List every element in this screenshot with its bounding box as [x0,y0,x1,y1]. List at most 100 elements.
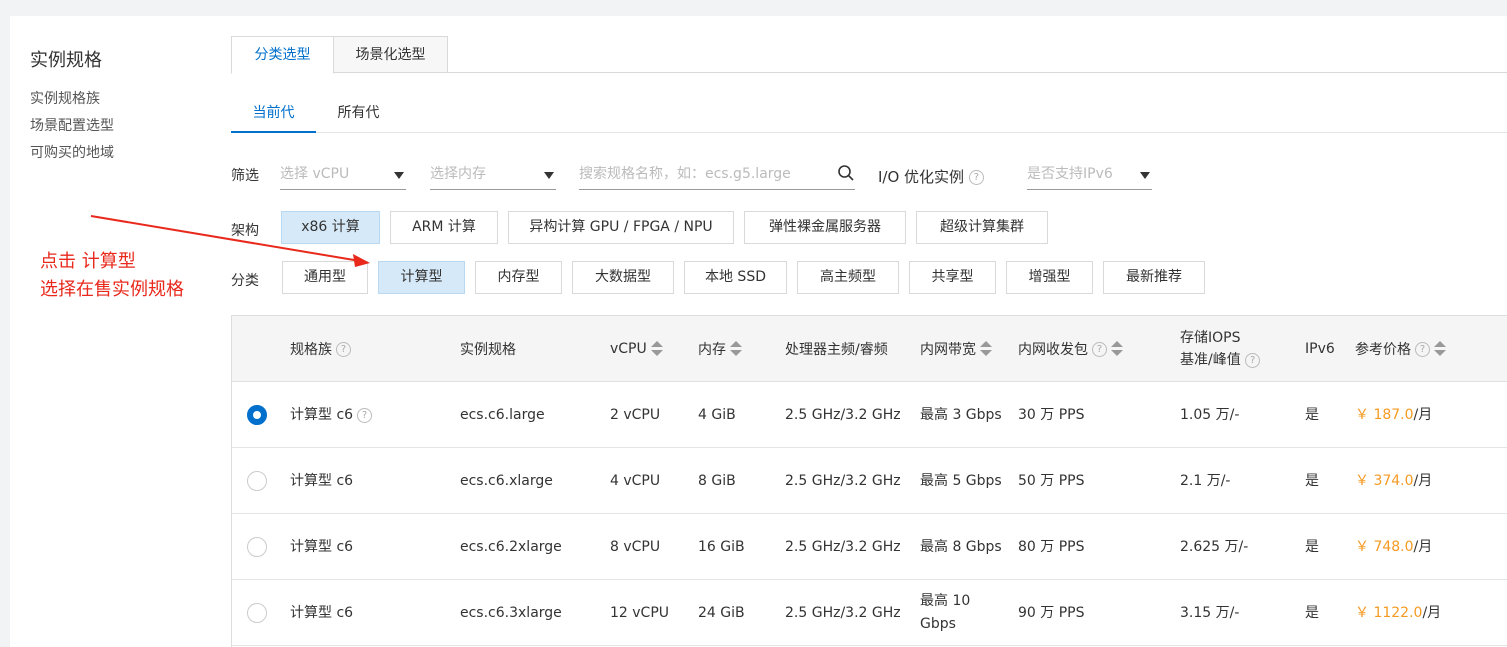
arch-supercompute-chip[interactable]: 超级计算集群 [916,211,1048,244]
price-unit: /月 [1413,406,1433,423]
row-radio[interactable] [247,471,267,491]
category-bigdata-chip[interactable]: 大数据型 [572,261,674,294]
sort-icon[interactable] [1434,341,1446,357]
th-mem-label: 内存 [698,342,726,358]
ipv6-select[interactable]: 是否支持IPv6 [1027,160,1152,190]
th-family: 规格族 ? [290,316,351,382]
row-radio[interactable] [247,603,267,623]
help-icon[interactable]: ? [336,341,351,357]
cell-mem: 8 GiB [698,472,736,489]
price-unit: /月 [1413,538,1433,555]
cell-iops: 3.15 万/- [1180,604,1240,621]
category-memory-chip[interactable]: 内存型 [475,261,562,294]
cell-spec: ecs.c6.large [460,406,545,423]
th-freq: 处理器主频/睿频 [785,316,888,382]
cell-freq: 2.5 GHz/3.2 GHz [785,538,901,555]
category-high-freq-chip[interactable]: 高主频型 [797,261,899,294]
cell-pps: 90 万 PPS [1018,604,1085,621]
category-shared-chip[interactable]: 共享型 [909,261,996,294]
cell-pps: 80 万 PPS [1018,538,1085,555]
cell-bandwidth: 最高 5 Gbps [920,472,1002,489]
sort-icon[interactable] [650,341,663,357]
memory-select[interactable]: 选择内存 [430,160,556,190]
cell-freq: 2.5 GHz/3.2 GHz [785,604,901,621]
th-vcpu[interactable]: vCPU [610,316,663,382]
help-icon[interactable]: ? [357,407,373,423]
th-ipv6-label: IPv6 [1305,341,1335,357]
cell-vcpu: 2 vCPU [610,406,661,423]
help-icon[interactable]: ? [1415,341,1430,357]
th-freq-label: 处理器主频/睿频 [785,342,888,358]
help-icon[interactable]: ? [968,170,984,185]
cell-ipv6: 是 [1305,604,1319,621]
th-pps-label: 内网收发包 [1018,342,1088,358]
th-iops-line2: 基准/峰值 [1180,352,1241,368]
cell-vcpu: 4 vCPU [610,472,661,489]
io-optimized-label: I/O 优化实例 ? [878,166,984,187]
table-row[interactable]: 计算型 c6 ecs.c6.3xlarge 12 vCPU 24 GiB 2.5… [232,580,1507,646]
th-spec-label: 实例规格 [460,342,516,358]
cell-price: ￥ 374.0 /月 [1355,448,1432,514]
cell-iops: 2.1 万/- [1180,472,1231,489]
th-iops: 存储IOPS 基准/峰值 ? [1180,316,1261,382]
table-row[interactable]: 计算型 c6 ecs.c6.2xlarge 8 vCPU 16 GiB 2.5 … [232,514,1507,580]
memory-select-placeholder: 选择内存 [430,166,486,182]
row-radio[interactable] [247,405,267,425]
cell-family: 计算型 c6 [290,472,354,489]
th-iops-line1: 存储IOPS [1180,330,1241,346]
cell-spec: ecs.c6.2xlarge [460,538,562,555]
table-header: 规格族 ? 实例规格 vCPU 内存 处理器主频/睿频 内网带宽 内网收发包 ?… [232,316,1507,382]
cell-vcpu: 8 vCPU [610,538,661,555]
sort-icon[interactable] [1111,341,1123,357]
price-unit: /月 [1413,472,1433,489]
cell-mem: 16 GiB [698,538,745,555]
main-card: 实例规格 实例规格族 场景配置选型 可购买的地域 分类选型 场景化选型 当前代 … [10,16,1507,647]
cell-spec: ecs.c6.xlarge [460,472,553,489]
category-enhanced-chip[interactable]: 增强型 [1006,261,1093,294]
cell-spec: ecs.c6.3xlarge [460,604,562,621]
category-latest-chip[interactable]: 最新推荐 [1103,261,1205,294]
cell-price: ￥ 1122.0 /月 [1355,580,1441,646]
table-row[interactable]: 计算型 c6 ? ecs.c6.large 2 vCPU 4 GiB 2.5 G… [232,382,1507,448]
cell-family: 计算型 c6 [290,604,354,621]
cell-bandwidth: 最高 3 Gbps [920,406,1002,423]
table-row[interactable]: 计算型 c6 ecs.c6.xlarge 4 vCPU 8 GiB 2.5 GH… [232,448,1507,514]
cell-bandwidth-line1: 最高 10 [920,593,971,609]
price-value: ￥ 187.0 [1355,406,1414,423]
cell-ipv6: 是 [1305,406,1319,423]
io-optimized-text: I/O 优化实例 [878,168,965,186]
cell-family: 计算型 c6 ? [290,382,373,448]
cell-pps: 50 万 PPS [1018,472,1085,489]
th-vcpu-label: vCPU [610,341,647,357]
cell-freq: 2.5 GHz/3.2 GHz [785,406,901,423]
chevron-down-icon [544,172,554,179]
cell-freq: 2.5 GHz/3.2 GHz [785,472,901,489]
sort-icon[interactable] [730,341,742,357]
price-value: ￥ 748.0 [1355,538,1414,555]
help-icon[interactable]: ? [1245,352,1261,368]
sort-icon[interactable] [980,341,992,357]
cell-ipv6: 是 [1305,472,1319,489]
th-pps[interactable]: 内网收发包 ? [1018,316,1123,382]
row-radio[interactable] [247,537,267,557]
th-spec: 实例规格 [460,316,516,382]
arch-heterogeneous-chip[interactable]: 异构计算 GPU / FPGA / NPU [508,211,734,244]
arch-baremetal-chip[interactable]: 弹性裸金属服务器 [744,211,906,244]
cell-bandwidth: 最高 10 Gbps [920,580,970,646]
cell-iops: 1.05 万/- [1180,406,1240,423]
annotation-arrow [90,215,370,267]
category-local-ssd-chip[interactable]: 本地 SSD [684,261,787,294]
th-family-label: 规格族 [290,342,332,358]
th-bandwidth-label: 内网带宽 [920,342,976,358]
search-icon[interactable] [837,164,855,182]
help-icon[interactable]: ? [1092,341,1107,357]
spec-search-input[interactable]: 搜索规格名称，如：ecs.g5.large [579,160,855,190]
th-price[interactable]: 参考价格 ? [1355,316,1446,382]
th-price-label: 参考价格 [1355,342,1411,358]
cell-vcpu: 12 vCPU [610,604,670,621]
cell-pps: 30 万 PPS [1018,406,1085,423]
th-bandwidth[interactable]: 内网带宽 [920,316,992,382]
cell-family: 计算型 c6 [290,538,354,555]
th-mem[interactable]: 内存 [698,316,742,382]
cell-bandwidth-line2: Gbps [920,616,956,632]
